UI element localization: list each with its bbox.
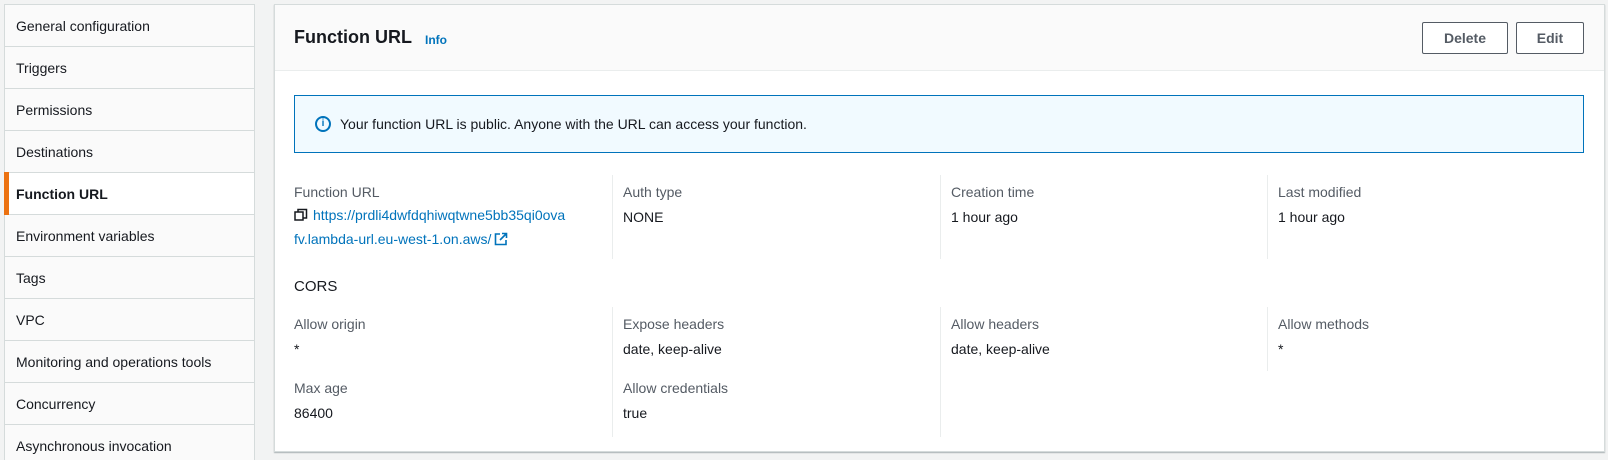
- allow-headers-field: Allow headers date, keep-alive: [940, 307, 1260, 371]
- sidebar-item-environment-variables[interactable]: Environment variables: [5, 215, 254, 257]
- sidebar-item-permissions[interactable]: Permissions: [5, 89, 254, 131]
- external-link-icon: [494, 230, 508, 252]
- sidebar-item-label: Triggers: [16, 59, 67, 76]
- sidebar-item-general-configuration[interactable]: General configuration: [5, 5, 254, 47]
- last-modified-label: Last modified: [1278, 184, 1362, 200]
- sidebar-item-label: Asynchronous invocation: [16, 437, 172, 454]
- sidebar-item-label: Destinations: [16, 143, 94, 160]
- function-url-label: Function URL: [294, 184, 380, 200]
- sidebar-item-label: Concurrency: [16, 395, 96, 412]
- sidebar-item-triggers[interactable]: Triggers: [5, 47, 254, 89]
- cors-section-title: CORS: [294, 278, 338, 295]
- allow-methods-value: *: [1278, 341, 1284, 357]
- creation-time-field: Creation time 1 hour ago: [940, 175, 1260, 259]
- sidebar-item-monitoring[interactable]: Monitoring and operations tools: [5, 341, 254, 383]
- allow-methods-field: Allow methods *: [1267, 307, 1587, 371]
- info-link[interactable]: Info: [425, 33, 447, 47]
- allow-credentials-label: Allow credentials: [623, 380, 729, 396]
- function-url-field: Function URL https://prdli4dwfdqhiwqtwne…: [275, 175, 602, 259]
- sidebar-item-label: Function URL: [16, 185, 108, 202]
- page-title: Function URL: [294, 27, 412, 47]
- column-divider: [940, 371, 951, 437]
- sidebar-item-label: VPC: [16, 311, 45, 328]
- edit-button[interactable]: Edit: [1516, 22, 1584, 54]
- creation-time-label: Creation time: [951, 184, 1035, 200]
- auth-type-field: Auth type NONE: [612, 175, 932, 259]
- public-url-alert: i Your function URL is public. Anyone wi…: [294, 95, 1584, 153]
- sidebar-item-function-url[interactable]: Function URL: [4, 172, 254, 215]
- info-circle-icon: i: [315, 116, 331, 132]
- delete-button[interactable]: Delete: [1422, 22, 1508, 54]
- alert-text: Your function URL is public. Anyone with…: [340, 116, 807, 132]
- sidebar-item-label: General configuration: [16, 17, 150, 34]
- sidebar-item-tags[interactable]: Tags: [5, 257, 254, 299]
- expose-headers-value: date, keep-alive: [623, 341, 722, 357]
- allow-credentials-field: Allow credentials true: [612, 371, 932, 437]
- expose-headers-label: Expose headers: [623, 316, 725, 332]
- last-modified-field: Last modified 1 hour ago: [1267, 175, 1587, 259]
- last-modified-value: 1 hour ago: [1278, 209, 1345, 225]
- sidebar-item-vpc[interactable]: VPC: [5, 299, 254, 341]
- auth-type-value: NONE: [623, 209, 664, 225]
- details-row: Function URL https://prdli4dwfdqhiwqtwne…: [275, 175, 1604, 259]
- function-url-line1: https://prdli4dwfdqhiwqtwne5bb35qi0ova: [313, 207, 566, 223]
- cors-row-2: Max age 86400 Allow credentials true: [275, 371, 1604, 437]
- allow-methods-label: Allow methods: [1278, 316, 1370, 332]
- panel-header: Function URL Info Delete Edit: [275, 5, 1604, 71]
- sidebar-nav: General configuration Triggers Permissio…: [4, 4, 255, 460]
- function-url-link[interactable]: https://prdli4dwfdqhiwqtwne5bb35qi0ova fv…: [294, 204, 594, 252]
- sidebar-item-label: Tags: [16, 269, 46, 286]
- cors-row-1: Allow origin * Expose headers date, keep…: [275, 307, 1604, 371]
- sidebar-item-destinations[interactable]: Destinations: [5, 131, 254, 173]
- allow-origin-value: *: [294, 341, 300, 357]
- sidebar-item-async-invocation[interactable]: Asynchronous invocation: [5, 425, 254, 460]
- allow-headers-value: date, keep-alive: [951, 341, 1050, 357]
- sidebar-item-label: Permissions: [16, 101, 93, 118]
- allow-origin-label: Allow origin: [294, 316, 366, 332]
- allow-headers-label: Allow headers: [951, 316, 1039, 332]
- function-url-line2: fv.lambda-url.eu-west-1.on.aws/: [294, 231, 492, 247]
- auth-type-label: Auth type: [623, 184, 683, 200]
- allow-credentials-value: true: [623, 405, 648, 421]
- sidebar-item-label: Environment variables: [16, 227, 155, 244]
- copy-icon[interactable]: [294, 206, 308, 228]
- sidebar-item-concurrency[interactable]: Concurrency: [5, 383, 254, 425]
- function-url-panel: Function URL Info Delete Edit i Your fun…: [274, 4, 1605, 452]
- creation-time-value: 1 hour ago: [951, 209, 1018, 225]
- max-age-label: Max age: [294, 380, 348, 396]
- max-age-value: 86400: [294, 405, 333, 421]
- allow-origin-field: Allow origin *: [275, 307, 602, 371]
- sidebar-item-label: Monitoring and operations tools: [16, 353, 212, 370]
- expose-headers-field: Expose headers date, keep-alive: [612, 307, 932, 371]
- max-age-field: Max age 86400: [275, 371, 602, 437]
